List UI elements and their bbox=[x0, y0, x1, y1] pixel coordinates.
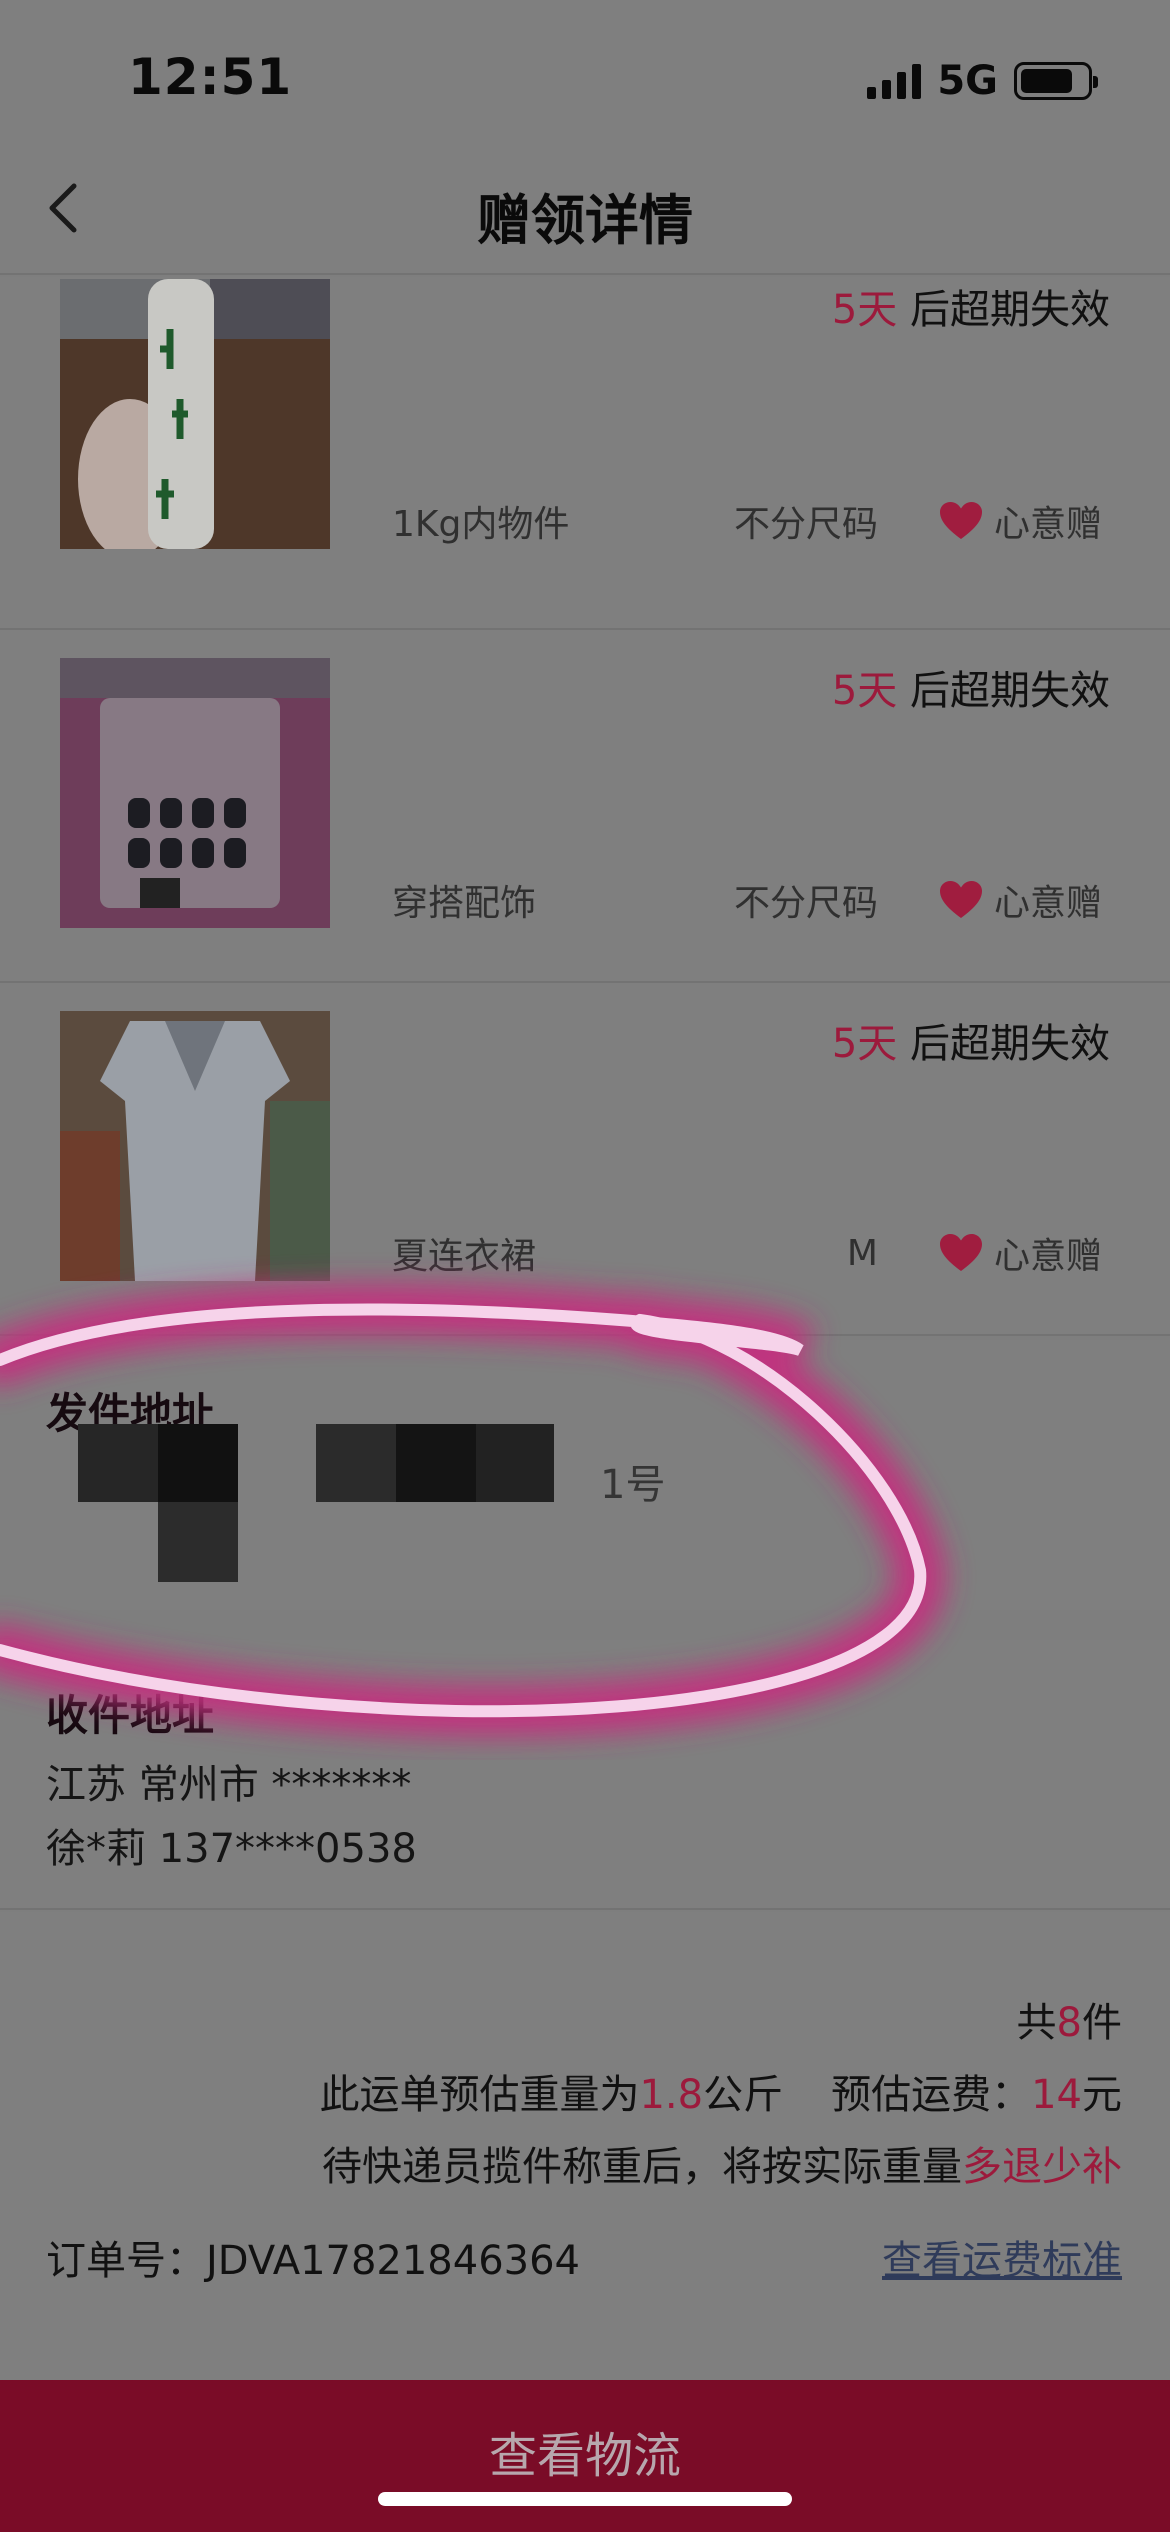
gift-tag: 心意赠 bbox=[938, 1227, 1102, 1279]
gift-tag: 心意赠 bbox=[938, 495, 1102, 547]
sender-address-section: 发件地址 1号 bbox=[0, 1340, 1170, 1610]
receiver-address-heading: 收件地址 bbox=[46, 1691, 215, 1740]
redacted-block bbox=[396, 1424, 476, 1502]
weight-note: 待快递员揽件称重后，将按实际重量多退少补 bbox=[322, 2144, 1122, 2190]
battery-icon bbox=[1014, 62, 1098, 100]
redacted-block bbox=[78, 1424, 158, 1502]
item-category: 1Kg内物件 bbox=[392, 504, 570, 545]
heart-icon bbox=[939, 502, 982, 539]
item-size: M bbox=[846, 1232, 878, 1274]
page-title: 赠领详情 bbox=[477, 189, 693, 252]
signal-icon bbox=[867, 63, 922, 99]
status-bar: 12:51 5G bbox=[0, 0, 1170, 150]
expire-text: 5天 后超期失效 bbox=[831, 668, 1110, 714]
status-time: 12:51 bbox=[128, 48, 293, 106]
gift-item[interactable]: 5天 后超期失效 1Kg内物件 不分尺码 心意赠 bbox=[0, 277, 1170, 630]
item-category: 夏连衣裙 bbox=[392, 1236, 537, 1277]
gift-item[interactable]: 5天 后超期失效 穿搭配饰 不分尺码 心意赠 bbox=[0, 630, 1170, 983]
receiver-contact: 徐*莉 137****0538 bbox=[46, 1826, 417, 1872]
receiver-region: 江苏 常州市 ******* bbox=[46, 1762, 412, 1808]
item-meta: 穿搭配饰 不分尺码 心意赠 bbox=[392, 874, 1102, 926]
item-photo[interactable] bbox=[60, 658, 330, 928]
gift-item-list: 5天 后超期失效 1Kg内物件 不分尺码 心意赠 5天 后超期失效 穿搭配饰 不… bbox=[0, 277, 1170, 1336]
item-meta: 夏连衣裙 M 心意赠 bbox=[392, 1227, 1102, 1279]
expire-text: 5天 后超期失效 bbox=[831, 1021, 1110, 1067]
item-count: 共8件 bbox=[1016, 2000, 1122, 2046]
order-number: 订单号：JDVA17821846364 bbox=[46, 2238, 581, 2284]
item-meta: 1Kg内物件 不分尺码 心意赠 bbox=[392, 495, 1102, 547]
item-size: 不分尺码 bbox=[733, 504, 878, 545]
item-photo[interactable] bbox=[60, 1011, 330, 1281]
heart-icon bbox=[939, 1234, 982, 1271]
view-logistics-button[interactable]: 查看物流 bbox=[0, 2416, 1170, 2486]
redacted-block bbox=[316, 1424, 396, 1502]
redacted-block bbox=[476, 1424, 554, 1502]
item-photo[interactable] bbox=[60, 279, 330, 549]
expire-text: 5天 后超期失效 bbox=[831, 287, 1110, 333]
gift-tag: 心意赠 bbox=[938, 874, 1102, 926]
fee-standard-link[interactable]: 查看运费标准 bbox=[882, 2228, 1122, 2286]
shipping-summary: 共8件 此运单预估重量为1.8公斤 预估运费：14元 待快递员揽件称重后，将按实际… bbox=[0, 1912, 1170, 2380]
redacted-block bbox=[158, 1424, 238, 1502]
home-indicator[interactable] bbox=[378, 2492, 792, 2506]
bottom-bar: 查看物流 bbox=[0, 2380, 1170, 2532]
gift-item[interactable]: 5天 后超期失效 夏连衣裙 M 心意赠 bbox=[0, 983, 1170, 1336]
receiver-address-section: 收件地址 江苏 常州市 ******* 徐*莉 137****0538 bbox=[0, 1640, 1170, 1910]
weight-fee-line: 此运单预估重量为1.8公斤 预估运费：14元 bbox=[319, 2072, 1122, 2118]
heart-icon bbox=[939, 881, 982, 918]
item-category: 穿搭配饰 bbox=[392, 883, 537, 924]
nav-bar: 赠领详情 bbox=[0, 150, 1170, 275]
status-indicators: 5G bbox=[867, 58, 1098, 104]
item-size: 不分尺码 bbox=[733, 883, 878, 924]
sender-address-tail: 1号 bbox=[600, 1462, 666, 1508]
redacted-block bbox=[158, 1502, 238, 1582]
network-type: 5G bbox=[937, 58, 998, 104]
